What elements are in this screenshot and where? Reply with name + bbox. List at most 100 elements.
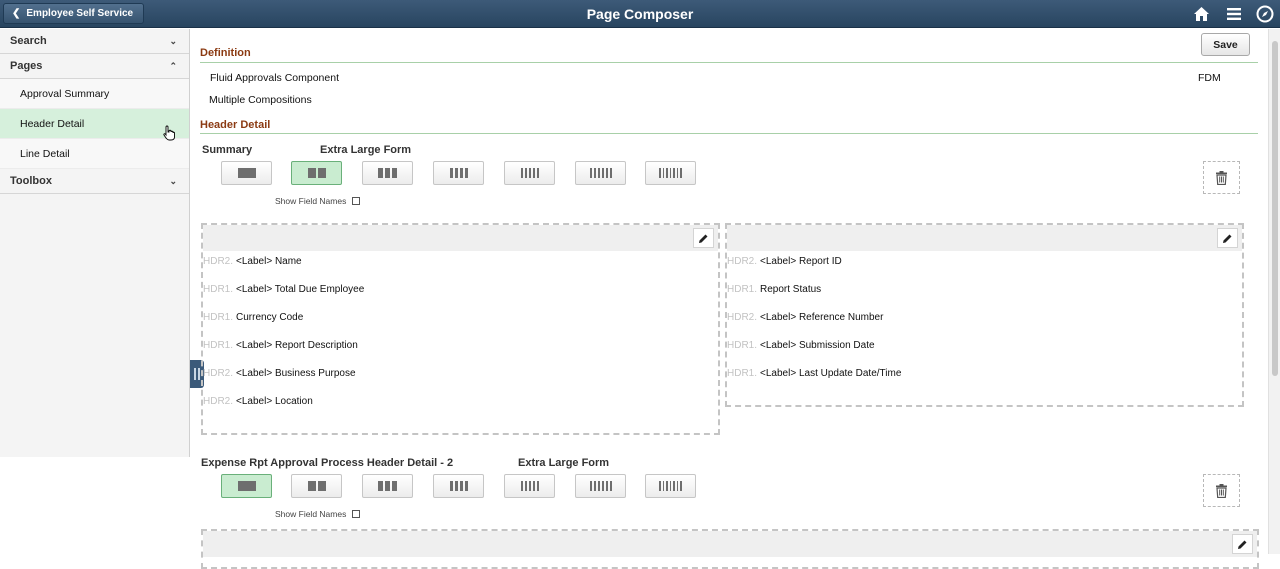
column-bar-icon bbox=[459, 168, 463, 178]
field-tag: HDR2. bbox=[203, 396, 234, 407]
nav-section-search[interactable]: Search ⌄ bbox=[0, 29, 189, 54]
chevron-down-icon: ⌄ bbox=[169, 175, 177, 186]
column-bar-icon bbox=[589, 481, 592, 491]
field-tag: HDR2. bbox=[203, 256, 234, 267]
component-code: FDM bbox=[1198, 72, 1221, 84]
column-header-bar bbox=[727, 225, 1242, 251]
column-bar-icon bbox=[317, 168, 326, 178]
back-button[interactable]: ❮ Employee Self Service bbox=[3, 3, 145, 24]
nav-section-label: Search bbox=[10, 35, 47, 47]
field-row[interactable]: HDR2. <Label> Business Purpose bbox=[203, 368, 356, 379]
trash-icon bbox=[1216, 170, 1227, 185]
layout-5-column-button[interactable] bbox=[504, 474, 555, 498]
layout-6-column-button[interactable] bbox=[575, 474, 626, 498]
column-bar-icon bbox=[237, 481, 256, 491]
column-bar-icon bbox=[536, 168, 539, 178]
nav-item-header-detail[interactable]: Header Detail bbox=[0, 109, 189, 139]
column-bar-icon bbox=[454, 168, 458, 178]
delete-group-button[interactable] bbox=[1203, 474, 1240, 507]
field-row[interactable]: HDR1. <Label> Total Due Employee bbox=[203, 284, 364, 295]
layout-4-column-button[interactable] bbox=[433, 161, 484, 185]
field-tag: HDR1. bbox=[203, 340, 234, 351]
column-bar-icon bbox=[662, 168, 665, 178]
field-label: <Label> Name bbox=[236, 256, 302, 267]
field-tag: HDR1. bbox=[727, 368, 758, 379]
show-field-names-label: Show Field Names bbox=[275, 509, 347, 519]
field-tag: HDR1. bbox=[727, 340, 758, 351]
layout-1-column-button[interactable] bbox=[221, 161, 272, 185]
column-bar-icon bbox=[609, 481, 612, 491]
left-nav-filler bbox=[0, 457, 190, 554]
column-bar-icon bbox=[669, 481, 672, 491]
field-row[interactable]: HDR2. <Label> Location bbox=[203, 396, 313, 407]
nav-section-pages[interactable]: Pages ⌃ bbox=[0, 54, 189, 79]
section-title-header-detail: Header Detail bbox=[200, 119, 271, 131]
field-label: Report Status bbox=[760, 284, 822, 295]
column-bar-icon bbox=[605, 481, 608, 491]
column-header-bar bbox=[203, 531, 1257, 557]
nav-item-line-detail[interactable]: Line Detail bbox=[0, 139, 189, 169]
column-bar-icon bbox=[680, 168, 682, 178]
chevron-down-icon: ⌄ bbox=[169, 35, 177, 46]
field-tag: HDR1. bbox=[727, 284, 758, 295]
column-container-right[interactable]: HDR2. <Label> Report ID HDR1. Report Statu… bbox=[725, 223, 1244, 407]
column-bar-icon bbox=[307, 168, 316, 178]
column-container-left[interactable]: HDR2. <Label> Name HDR1. <Label> Total Due… bbox=[201, 223, 720, 435]
column-bar-icon bbox=[536, 481, 539, 491]
column-bar-icon bbox=[601, 481, 604, 491]
nav-section-toolbox[interactable]: Toolbox ⌄ bbox=[0, 169, 189, 194]
nav-item-label: Header Detail bbox=[20, 117, 85, 130]
field-row[interactable]: HDR1. <Label> Last Update Date/Time bbox=[727, 368, 901, 379]
home-icon[interactable] bbox=[1191, 4, 1211, 24]
column-bar-icon bbox=[676, 481, 679, 491]
hamburger-menu-icon[interactable] bbox=[1224, 4, 1244, 24]
field-row[interactable]: HDR1. Currency Code bbox=[203, 312, 303, 323]
column-bar-icon bbox=[673, 168, 675, 178]
nav-item-approval-summary[interactable]: Approval Summary bbox=[0, 79, 189, 109]
edit-column-button[interactable] bbox=[1232, 534, 1253, 554]
layout-4-column-button[interactable] bbox=[433, 474, 484, 498]
group-name: Expense Rpt Approval Process Header Deta… bbox=[201, 457, 454, 469]
field-row[interactable]: HDR1. <Label> Report Description bbox=[203, 340, 358, 351]
nav-item-label: Approval Summary bbox=[20, 87, 110, 100]
column-bar-icon bbox=[593, 481, 596, 491]
field-label: <Label> Location bbox=[236, 396, 313, 407]
save-button[interactable]: Save bbox=[1201, 33, 1250, 56]
show-field-names-checkbox[interactable] bbox=[352, 510, 361, 518]
vertical-scrollbar[interactable] bbox=[1268, 29, 1280, 554]
column-bar-icon bbox=[593, 168, 596, 178]
column-bar-icon bbox=[520, 481, 523, 491]
navbar-compass-icon[interactable] bbox=[1255, 4, 1275, 24]
edit-column-button[interactable] bbox=[1217, 228, 1238, 248]
field-row[interactable]: HDR2. <Label> Report ID bbox=[727, 256, 842, 267]
layout-2-column-button[interactable] bbox=[291, 474, 342, 498]
layout-7-column-button[interactable] bbox=[645, 161, 696, 185]
delete-group-button[interactable] bbox=[1203, 161, 1240, 194]
edit-column-button[interactable] bbox=[693, 228, 714, 248]
column-bar-icon bbox=[524, 168, 527, 178]
field-row[interactable]: HDR1. Report Status bbox=[727, 284, 821, 295]
layout-3-column-button[interactable] bbox=[362, 474, 413, 498]
field-row[interactable]: HDR1. <Label> Submission Date bbox=[727, 340, 875, 351]
layout-6-column-button[interactable] bbox=[575, 161, 626, 185]
layout-2-column-button[interactable] bbox=[291, 161, 342, 185]
column-bar-icon bbox=[532, 168, 535, 178]
field-tag: HDR2. bbox=[727, 256, 758, 267]
column-container-full[interactable] bbox=[201, 529, 1259, 569]
column-bar-icon bbox=[659, 481, 661, 491]
show-field-names-checkbox[interactable] bbox=[352, 197, 361, 205]
layout-1-column-button[interactable] bbox=[221, 474, 272, 498]
field-row[interactable]: HDR2. <Label> Name bbox=[203, 256, 302, 267]
column-bar-icon bbox=[385, 168, 390, 178]
layout-7-column-button[interactable] bbox=[645, 474, 696, 498]
field-row[interactable]: HDR2. <Label> Reference Number bbox=[727, 312, 883, 323]
group-name: Summary bbox=[202, 144, 253, 156]
layout-5-column-button[interactable] bbox=[504, 161, 555, 185]
show-field-names-toggle[interactable]: Show Field Names bbox=[275, 509, 361, 519]
scrollbar-thumb[interactable] bbox=[1272, 41, 1278, 376]
column-bar-icon bbox=[520, 168, 523, 178]
column-bar-icon bbox=[237, 168, 256, 178]
layout-3-column-button[interactable] bbox=[362, 161, 413, 185]
column-bar-icon bbox=[662, 481, 665, 491]
show-field-names-toggle[interactable]: Show Field Names bbox=[275, 196, 361, 206]
